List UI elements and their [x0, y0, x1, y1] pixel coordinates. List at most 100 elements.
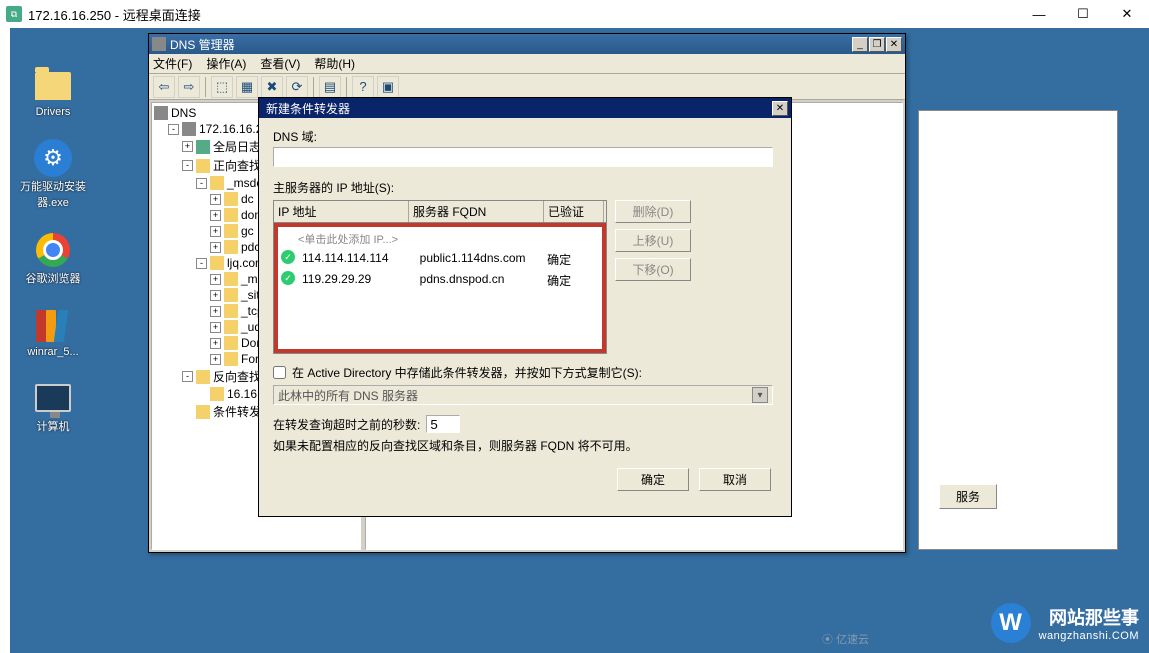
tree-toggle[interactable]: + — [210, 242, 221, 253]
folder-icon — [196, 405, 210, 419]
window-title: DNS 管理器 — [170, 36, 235, 53]
tree-toggle[interactable]: - — [182, 371, 193, 382]
refresh-button[interactable]: ⟳ — [286, 76, 308, 98]
folder-icon — [224, 352, 238, 366]
cell-fqdn: public1.114dns.com — [416, 250, 543, 269]
tree-toggle[interactable]: + — [210, 354, 221, 365]
folder-icon — [224, 208, 238, 222]
back-button[interactable]: ⇦ — [153, 76, 175, 98]
help-button[interactable]: ? — [352, 76, 374, 98]
server-icon — [182, 122, 196, 136]
tree-toggle[interactable]: - — [182, 160, 193, 171]
restore-button[interactable]: ❐ — [869, 37, 885, 52]
menu-file[interactable]: 文件(F) — [153, 55, 192, 72]
cell-ip: 119.29.29.29 — [298, 271, 416, 290]
table-row[interactable]: ✓ 114.114.114.114 public1.114dns.com 确定 — [278, 249, 602, 270]
tree-toggle[interactable]: + — [210, 306, 221, 317]
icon-label: Drivers — [36, 106, 71, 118]
rdp-titlebar: ⧉ 172.16.16.250 - 远程桌面连接 — ☐ ✕ — [0, 0, 1149, 28]
folder-icon — [224, 288, 238, 302]
tree-toggle[interactable]: + — [210, 338, 221, 349]
dialog-title: 新建条件转发器 — [266, 100, 350, 117]
timeout-seconds-input[interactable] — [426, 415, 460, 433]
table-row[interactable]: ✓ 119.29.29.29 pdns.dnspod.cn 确定 — [278, 270, 602, 291]
folder-icon — [196, 370, 210, 384]
tree-toggle[interactable]: - — [196, 178, 207, 189]
store-in-ad-checkbox[interactable] — [273, 366, 286, 379]
tree-toggle[interactable]: - — [196, 258, 207, 269]
menu-action[interactable]: 操作(A) — [206, 55, 246, 72]
export-button[interactable]: ▤ — [319, 76, 341, 98]
minimize-button[interactable]: — — [1017, 0, 1061, 28]
desktop-icon-drivers[interactable]: Drivers — [33, 68, 73, 118]
desktop-icon-computer[interactable]: 计算机 — [33, 380, 73, 434]
delete-button[interactable]: 删除(D) — [615, 200, 691, 223]
move-down-button[interactable]: 下移(O) — [615, 258, 691, 281]
tree-toggle[interactable]: + — [210, 194, 221, 205]
folder-icon — [224, 224, 238, 238]
desktop-icon-winrar[interactable]: winrar_5... — [27, 308, 78, 358]
ip-address-grid[interactable]: IP 地址 服务器 FQDN 已验证 <单击此处添加 IP...> ✓ 114.… — [273, 200, 607, 354]
cell-ip: 114.114.114.114 — [298, 250, 416, 269]
services-button[interactable]: 服务 — [939, 484, 997, 509]
log-icon — [196, 140, 210, 154]
desktop-icon-driver-installer[interactable]: ⚙ 万能驱动安装器.exe — [18, 140, 88, 210]
ok-button[interactable]: 确定 — [617, 468, 689, 491]
desktop-icon-chrome[interactable]: 谷歌浏览器 — [26, 232, 81, 286]
watermark-badge: W — [991, 603, 1031, 643]
close-button[interactable]: ✕ — [886, 37, 902, 52]
menu-view[interactable]: 查看(V) — [260, 55, 300, 72]
folder-icon — [210, 256, 224, 270]
show-hide-button[interactable]: ▦ — [236, 76, 258, 98]
replication-scope-combo[interactable]: 此林中的所有 DNS 服务器 ▾ — [273, 385, 773, 405]
properties-button[interactable]: ▣ — [377, 76, 399, 98]
folder-icon — [35, 72, 71, 100]
reverse-warning: 如果未配置相应的反向查找区域和条目，则服务器 FQDN 将不可用。 — [273, 439, 638, 453]
dns-root-icon — [154, 106, 168, 120]
folder-icon — [196, 159, 210, 173]
cancel-button[interactable]: 取消 — [699, 468, 771, 491]
col-fqdn[interactable]: 服务器 FQDN — [409, 201, 544, 222]
menu-help[interactable]: 帮助(H) — [314, 55, 355, 72]
tree-toggle[interactable]: - — [168, 124, 179, 135]
close-button[interactable]: ✕ — [772, 101, 788, 116]
move-up-button[interactable]: 上移(U) — [615, 229, 691, 252]
tree-toggle[interactable]: + — [210, 210, 221, 221]
folder-icon — [224, 192, 238, 206]
add-ip-hint[interactable]: <单击此处添加 IP...> — [278, 229, 602, 249]
timeout-label: 在转发查询超时之前的秒数: — [273, 416, 420, 433]
up-button[interactable]: ⬚ — [211, 76, 233, 98]
dialog-titlebar[interactable]: 新建条件转发器 ✕ — [259, 98, 791, 118]
menu-bar: 文件(F) 操作(A) 查看(V) 帮助(H) — [149, 54, 905, 74]
window-titlebar[interactable]: DNS 管理器 _ ❐ ✕ — [149, 34, 905, 54]
tree-toggle[interactable]: + — [210, 226, 221, 237]
col-validated[interactable]: 已验证 — [544, 201, 604, 222]
tree-toggle[interactable]: + — [210, 322, 221, 333]
col-ip[interactable]: IP 地址 — [274, 201, 409, 222]
delete-button[interactable]: ✖ — [261, 76, 283, 98]
window-edge — [0, 28, 10, 653]
winrar-icon — [36, 310, 70, 342]
tree-toggle[interactable]: + — [182, 141, 193, 152]
dns-domain-input[interactable] — [273, 147, 773, 167]
remote-desktop: Drivers ⚙ 万能驱动安装器.exe 谷歌浏览器 winrar_5... … — [0, 28, 1149, 653]
tree-toggle[interactable]: + — [210, 290, 221, 301]
watermark: W 网站那些事 wangzhanshi.COM — [991, 603, 1139, 643]
icon-label: 谷歌浏览器 — [26, 270, 81, 286]
icon-label: 万能驱动安装器.exe — [18, 178, 88, 210]
cell-validated: 确定 — [543, 250, 602, 269]
folder-icon — [210, 176, 224, 190]
computer-icon — [35, 384, 71, 412]
chrome-icon — [36, 233, 70, 267]
minimize-button[interactable]: _ — [852, 37, 868, 52]
forward-button[interactable]: ⇨ — [178, 76, 200, 98]
check-icon: ✓ — [281, 271, 295, 285]
master-servers-label: 主服务器的 IP 地址(S): — [273, 181, 394, 195]
maximize-button[interactable]: ☐ — [1061, 0, 1105, 28]
folder-icon — [224, 304, 238, 318]
tree-toggle[interactable]: + — [210, 274, 221, 285]
yisu-watermark: ⦿ 亿速云 — [822, 631, 869, 647]
dns-domain-label: DNS 域: — [273, 130, 317, 144]
background-panel: 服务 — [918, 110, 1118, 550]
close-button[interactable]: ✕ — [1105, 0, 1149, 28]
